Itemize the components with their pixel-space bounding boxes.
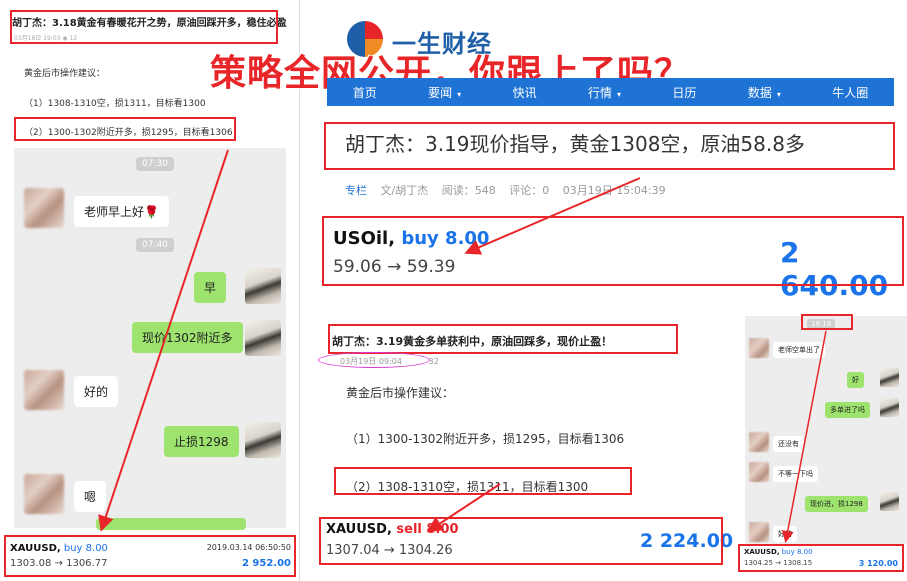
nav-item-3[interactable]: 行情 ▾ (588, 84, 621, 101)
article-meta: 专栏 文/胡丁杰 阅读：548 评论：0 03月19日 15:04:39 (345, 182, 676, 198)
chat-time-1: 07:30 (136, 157, 174, 171)
nav-item-label: 日历 (672, 85, 697, 100)
nav-item-4[interactable]: 日历 (672, 84, 696, 101)
avatar (245, 268, 281, 304)
left-trade-highlight (4, 535, 296, 577)
nav-item-label: 首页 (352, 85, 377, 100)
chevron-down-icon: ▾ (617, 89, 622, 99)
sub-meta-views: 32 (428, 357, 439, 366)
main-nav: 首页 要闻 ▾ 快讯 行情 ▾ 日历 数据 ▾ 牛人圈 (327, 78, 894, 106)
nav-item-label: 牛人圈 (832, 85, 869, 100)
nav-item-0[interactable]: 首页 (353, 84, 377, 101)
nav-item-label: 行情 (587, 85, 612, 100)
sub-advice-highlight (334, 467, 632, 495)
chevron-down-icon: ▾ (776, 89, 781, 99)
left-advice-1: （1）1308-1310空，损1311，目标看1300 (24, 99, 206, 109)
chat-message: 老师空单出了 (773, 342, 825, 358)
chat-message: 好的 (74, 376, 119, 407)
chevron-down-icon: ▾ (457, 89, 462, 99)
nav-item-5[interactable]: 数据 ▾ (748, 84, 781, 101)
nav-item-1[interactable]: 要闻 ▾ (428, 84, 461, 101)
left-advice-heading: 黄金后市操作建议： (24, 69, 106, 79)
avatar (24, 188, 64, 228)
avatar (880, 368, 899, 387)
avatar (245, 320, 281, 356)
right-trade-highlight (738, 544, 904, 572)
avatar (749, 432, 769, 452)
avatar (24, 474, 64, 514)
chat-message: 现价1302附近多 (132, 322, 243, 353)
nav-item-label: 快讯 (512, 85, 537, 100)
chat-message-partial (96, 518, 246, 530)
article-title-highlight (324, 122, 895, 170)
chat-message: 多单进了吗 (825, 402, 870, 418)
article-author: 文/胡丁杰 (380, 184, 429, 197)
article-tag[interactable]: 专栏 (345, 184, 367, 197)
sub-advice-heading: 黄金后市操作建议： (346, 386, 455, 400)
article-date: 03月19日 15:04:39 (562, 184, 666, 197)
chat-message: 老师早上好🌹 (74, 196, 169, 227)
left-advice-highlight (14, 117, 236, 141)
nav-item-label: 数据 (747, 85, 772, 100)
left-title-highlight (10, 10, 278, 44)
chat-message: 嗯 (74, 481, 107, 512)
nav-item-label: 要闻 (428, 85, 453, 100)
chat-message: 不等一下吗 (773, 466, 818, 482)
chat-message: 早 (194, 272, 227, 303)
avatar (880, 398, 899, 417)
article-comments: 评论：0 (509, 184, 550, 197)
avatar (24, 370, 64, 410)
right-chat-window: 19:18 老师空单出了 好 多单进了吗 还没有 不等一下吗 现价进，损1298… (745, 316, 907, 544)
avatar (749, 338, 769, 358)
left-chat-window: 07:30 老师早上好🌹 07:40 早 现价1302附近多 好的 止损1298… (14, 148, 286, 530)
nav-item-2[interactable]: 快讯 (513, 84, 537, 101)
avatar (749, 522, 769, 542)
chat-message: 还没有 (773, 436, 804, 452)
avatar (880, 492, 899, 511)
avatar (245, 422, 281, 458)
article-reads: 阅读：548 (441, 184, 496, 197)
sub-advice-1: （1）1300-1302附近开多，损1295，目标看1306 (346, 432, 625, 446)
usoil-trade-highlight (322, 216, 904, 286)
chat-message: 止损1298 (164, 426, 239, 457)
chat-message: 好的 (773, 526, 797, 542)
chat-time-2: 07:40 (136, 238, 174, 252)
nav-item-6[interactable]: 牛人圈 (832, 84, 868, 101)
sub-article-title-highlight (328, 324, 678, 354)
chat-message: 现价进，损1298 (805, 496, 868, 512)
avatar (749, 462, 769, 482)
chat-message: 好 (847, 372, 864, 388)
xau-sell-highlight (319, 517, 723, 565)
sub-meta-date-circle (318, 352, 430, 368)
right-chat-time-highlight (801, 314, 853, 330)
